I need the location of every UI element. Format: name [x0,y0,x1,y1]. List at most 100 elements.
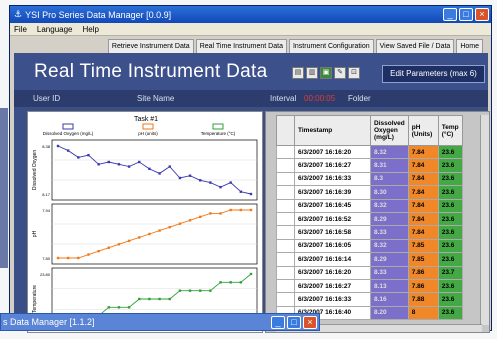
chart-svg: Task #1 Dissolved Oxygen (mg/L) pH (units… [32,116,258,331]
chart-plots: Dissolved Oxygen 8.38 8.17 pH 7.94 7.80 Temper… [32,139,258,331]
menu-language[interactable]: Language [37,25,73,34]
table-row[interactable]: 6/3/2007 16:16:39 8.30 7.84 23.6 [276,185,463,200]
col-timestamp[interactable]: Timestamp [294,115,371,146]
tick-label: 8.38 [42,144,51,149]
user-id-label: User ID [33,94,61,103]
table-cell: 23.6 [437,238,463,254]
table-row[interactable]: 6/3/2007 16:16:27 8.31 7.84 23.6 [276,158,463,173]
tab-retrieve-instrument-data[interactable]: Retrieve Instrument Data [107,39,194,53]
table-cell: 8.13 [370,278,409,294]
tab-instrument-configuration[interactable]: Instrument Configuration [288,39,374,53]
minimize-button[interactable]: _ [443,8,457,21]
row-header[interactable] [276,198,295,213]
row-header[interactable] [276,292,295,307]
table-row[interactable]: 6/3/2007 16:16:20 8.33 7.86 23.7 [276,265,463,280]
y-axis-label: pH [32,230,38,237]
table-cell: 23.6 [437,305,463,321]
table-row[interactable]: 6/3/2007 16:16:33 8.3 7.84 23.6 [276,171,463,187]
table-cell: 8.3 [370,171,409,187]
plot-frame [51,203,258,265]
edit-icon[interactable]: ✎ [334,67,346,79]
row-header[interactable] [276,144,295,160]
chart-title: Task #1 [134,116,158,123]
tick-label: 23.80 [40,272,51,277]
background-window-edge [0,108,8,268]
table-row[interactable]: 6/3/2007 16:16:20 8.32 7.84 23.6 [276,144,463,160]
data-point [239,190,243,193]
data-point [178,222,182,225]
menu-help[interactable]: Help [82,25,98,34]
real-time-chart: Task #1 Dissolved Oxygen (mg/L) pH (units… [27,111,263,333]
table-cell: 6/3/2007 16:16:27 [294,158,371,173]
bg-close-button[interactable]: × [303,315,317,329]
data-point [249,192,253,196]
tab-real-time-instrument-data[interactable]: Real Time Instrument Data [195,39,287,53]
print-icon[interactable]: ▤ [292,67,304,79]
table-cell: 8.16 [370,292,409,307]
table-cell: 6/3/2007 16:16:52 [294,211,371,227]
table-row[interactable]: 6/3/2007 16:16:58 8.33 7.84 23.6 [276,225,463,240]
table-cell: 7.84 [407,171,439,187]
bg-minimize-button[interactable]: _ [271,315,285,329]
row-header[interactable] [276,185,295,200]
table-row[interactable]: 6/3/2007 16:16:27 8.13 7.86 23.6 [276,278,463,294]
plot-frame [51,139,258,201]
zoom-icon[interactable]: ⊡ [348,67,360,79]
data-point [249,272,253,276]
row-header[interactable] [276,278,295,294]
table-row[interactable]: 6/3/2007 16:16:52 8.29 7.84 23.6 [276,211,463,227]
row-header[interactable] [276,225,295,240]
tab-view-saved-file[interactable]: View Saved File / Data [375,39,455,53]
window-title: YSI Pro Series Data Manager [0.0.9] [25,9,172,20]
y-axis-label: Temperature [32,285,38,313]
table-row[interactable]: 6/3/2007 16:16:45 8.32 7.84 23.6 [276,198,463,213]
table-cell: 23.6 [437,278,463,294]
tick-label: 7.94 [42,208,51,213]
table-cell: 6/3/2007 16:16:45 [294,198,371,213]
col-ph[interactable]: pH (Units) [407,115,439,146]
table-row[interactable]: 6/3/2007 16:16:33 8.16 7.88 23.6 [276,292,463,307]
table-cell: 8.29 [370,252,409,267]
table-cell: 8 [407,305,439,321]
table-row[interactable]: 6/3/2007 16:16:14 8.29 7.85 23.6 [276,252,463,267]
data-point [199,179,202,182]
row-header[interactable] [276,238,295,254]
table-cell: 8.30 [370,185,409,200]
row-header[interactable] [276,211,295,227]
data-point [188,219,192,222]
background-window-titlebar[interactable]: s Data Manager [1.1.2] _ □ × [0,313,320,331]
legend-swatch [62,123,74,130]
close-button[interactable]: × [475,8,489,21]
edit-parameters-button[interactable]: Edit Parameters (max 6) [382,65,485,83]
row-header[interactable] [276,158,295,173]
row-header[interactable] [276,252,295,267]
data-point [178,176,182,180]
data-point [127,239,131,243]
data-point [77,156,80,159]
data-point [239,281,243,284]
tab-home[interactable]: Home [456,39,483,53]
table-row[interactable]: 6/3/2007 16:16:05 8.32 7.85 23.6 [276,238,463,254]
tick-label: 8.17 [42,192,51,197]
col-temp[interactable]: Temp (°C) [437,115,463,146]
menu-file[interactable]: File [14,25,27,34]
data-point [97,163,100,166]
save-icon[interactable]: ▥ [306,67,318,79]
data-point [219,281,222,284]
row-header[interactable] [276,171,295,187]
bg-maximize-button[interactable]: □ [287,315,301,329]
maximize-button[interactable]: □ [459,8,473,21]
chart-view-icon[interactable]: ▣ [320,67,332,79]
data-point [117,243,121,246]
menu-bar: File Language Help [10,23,491,36]
data-point [66,256,70,260]
data-point [117,306,121,309]
row-header[interactable] [276,265,295,280]
legend-label: pH (units) [138,131,158,136]
table-cell: 7.84 [407,211,439,227]
table-cell: 7.84 [407,144,439,160]
page-header: Real Time Instrument Data ▤ ▥ ▣ ✎ ⊡ Edit… [14,53,488,90]
vertical-scrollbar[interactable] [480,115,489,325]
col-dissolved-oxygen[interactable]: Dissolved Oxygen (mg/L) [370,115,409,146]
data-point [209,289,212,292]
